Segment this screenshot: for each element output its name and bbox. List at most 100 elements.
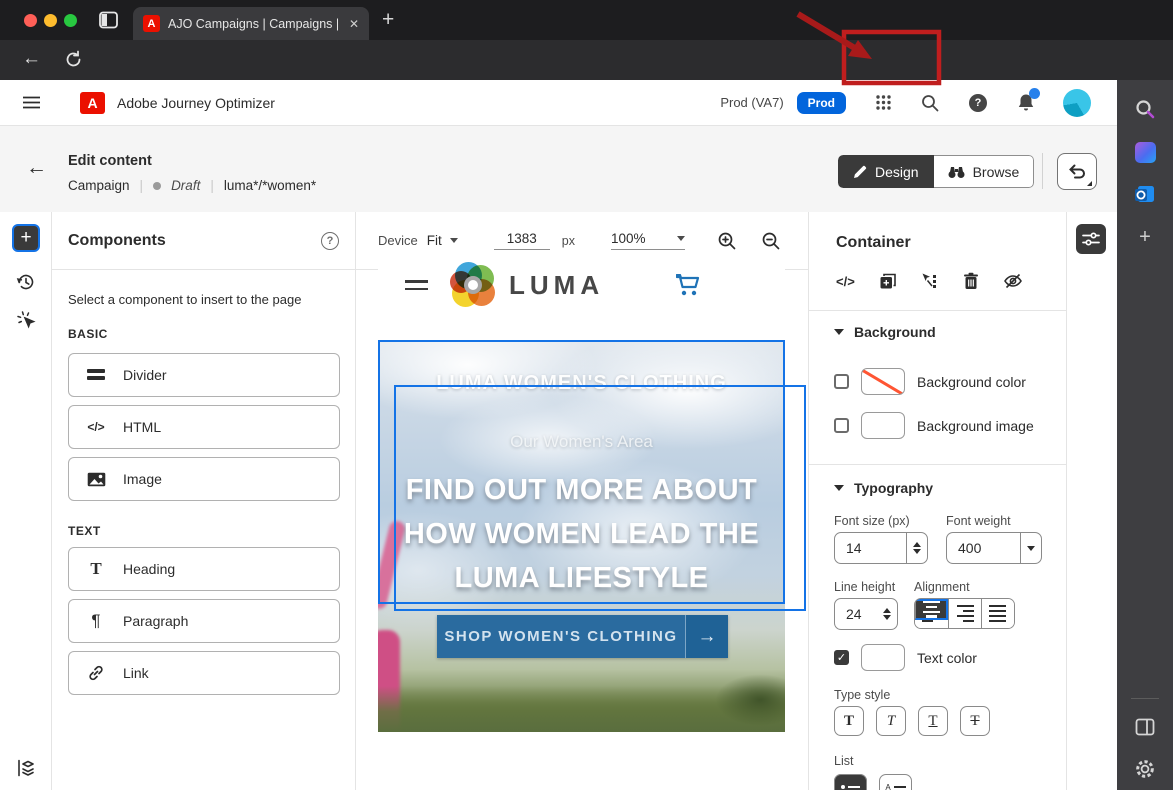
layers-rail-icon[interactable] <box>12 754 40 782</box>
underline-button[interactable]: T <box>918 706 948 736</box>
tab-close-icon[interactable]: ✕ <box>349 17 359 31</box>
font-weight-select[interactable]: 400 <box>946 532 1042 564</box>
typography-section-header[interactable]: Typography <box>834 480 933 496</box>
components-hint: Select a component to insert to the page <box>68 292 301 307</box>
sidebar-search-icon[interactable] <box>1117 92 1173 126</box>
sidebar-add-icon[interactable]: + <box>1117 220 1173 254</box>
macos-zoom-button[interactable] <box>64 14 77 27</box>
browser-tab[interactable]: A AJO Campaigns | Campaigns | ✕ <box>133 7 369 40</box>
zoom-out-icon[interactable] <box>761 231 781 251</box>
align-right-button[interactable] <box>948 599 981 628</box>
design-mode-button[interactable]: Design <box>838 155 934 188</box>
component-card-heading[interactable]: T Heading <box>68 547 340 591</box>
component-card-html[interactable]: </> HTML <box>68 405 340 449</box>
background-color-checkbox[interactable] <box>834 374 849 389</box>
font-weight-label: Font weight <box>946 514 1011 528</box>
background-image-swatch[interactable] <box>861 412 905 439</box>
left-rail: + <box>0 212 52 790</box>
zoom-select[interactable]: 100% <box>611 231 685 250</box>
breadcrumb-type[interactable]: Campaign <box>68 178 130 193</box>
sidebar-panel-toggle-icon[interactable] <box>1117 710 1173 744</box>
binoculars-icon <box>948 165 965 179</box>
notification-badge <box>1029 88 1040 99</box>
tab-actions-icon[interactable] <box>99 11 118 29</box>
add-components-rail-button[interactable]: + <box>12 224 40 252</box>
component-settings-toggle-button[interactable] <box>1076 224 1106 254</box>
align-justify-button[interactable] <box>981 599 1014 628</box>
component-card-paragraph[interactable]: ¶ Paragraph <box>68 599 340 643</box>
sidebar-microsoft365-icon[interactable] <box>1117 135 1173 169</box>
history-rail-icon[interactable] <box>12 268 40 296</box>
panel-divider <box>809 464 1066 465</box>
background-image-label: Background image <box>917 418 1034 434</box>
heading-icon: T <box>85 559 107 579</box>
lettered-list-button[interactable]: A <box>879 774 912 790</box>
help-icon[interactable]: ? <box>969 94 987 112</box>
breadcrumb-separator: | <box>140 178 144 193</box>
status-badge: Draft <box>171 178 200 193</box>
bold-button[interactable]: T <box>834 706 864 736</box>
list-style-group: 1 A <box>834 774 912 790</box>
select-parent-icon[interactable] <box>921 272 939 290</box>
align-left-button[interactable] <box>915 599 948 628</box>
duplicate-icon[interactable] <box>879 272 897 290</box>
tab-title: AJO Campaigns | Campaigns | <box>168 17 341 31</box>
macos-minimize-button[interactable] <box>44 14 57 27</box>
alignment-group <box>914 598 1015 629</box>
app-switcher-icon[interactable] <box>876 95 891 110</box>
macos-close-button[interactable] <box>24 14 37 27</box>
screenshot-root: A AJO Campaigns | Campaigns | ✕ + ← http… <box>0 0 1173 790</box>
app-menu-icon[interactable] <box>0 96 62 109</box>
section-label-text: TEXT <box>68 524 101 538</box>
line-height-label: Line height <box>834 580 895 594</box>
new-tab-button[interactable]: + <box>382 8 394 32</box>
background-image-checkbox[interactable] <box>834 418 849 433</box>
undo-icon <box>1067 164 1087 180</box>
notifications-bell-icon[interactable] <box>1017 93 1035 112</box>
sidebar-outlook-icon[interactable] <box>1117 177 1173 211</box>
edit-code-icon[interactable]: </> <box>836 274 855 289</box>
components-help-icon[interactable]: ? <box>321 232 339 250</box>
hide-eye-off-icon[interactable] <box>1003 272 1023 290</box>
text-color-checkbox[interactable]: ✓ <box>834 650 849 665</box>
device-select[interactable]: Fit <box>427 233 442 248</box>
undo-button[interactable] <box>1057 153 1097 190</box>
font-size-stepper[interactable]: 14 <box>834 532 928 564</box>
sidebar-settings-gear-icon[interactable] <box>1117 752 1173 786</box>
italic-button[interactable]: T <box>876 706 906 736</box>
text-color-label: Text color <box>917 650 977 666</box>
settings-rail <box>1066 212 1117 790</box>
refresh-icon[interactable] <box>64 50 83 69</box>
background-color-swatch[interactable] <box>861 368 905 395</box>
select-interaction-rail-icon[interactable] <box>12 306 40 334</box>
header-divider <box>1042 153 1043 189</box>
zoom-in-icon[interactable] <box>717 231 737 251</box>
container-panel-title: Container <box>836 234 911 252</box>
back-arrow-button[interactable]: ← <box>26 156 47 180</box>
back-icon[interactable]: ← <box>22 48 41 70</box>
browse-mode-button[interactable]: Browse <box>934 155 1035 188</box>
hero-heading-text: FIND OUT MORE ABOUT HOW WOMEN LEAD THE L… <box>378 468 785 600</box>
component-card-image[interactable]: Image <box>68 457 340 501</box>
text-color-swatch[interactable] <box>861 644 905 671</box>
shop-cta-button[interactable]: SHOP WOMEN'S CLOTHING → <box>437 615 728 658</box>
line-height-stepper[interactable]: 24 <box>834 598 898 630</box>
delete-trash-icon[interactable] <box>963 272 979 290</box>
chevron-down-icon <box>834 485 844 491</box>
product-name: Adobe Journey Optimizer <box>117 95 275 111</box>
edge-sidebar: + <box>1117 80 1173 790</box>
strikethrough-button[interactable]: T <box>960 706 990 736</box>
width-input[interactable]: 1383 <box>494 231 550 250</box>
panel-divider <box>809 310 1066 311</box>
environment-badge[interactable]: Prod <box>797 92 846 114</box>
search-icon[interactable] <box>921 94 939 112</box>
font-size-label: Font size (px) <box>834 514 910 528</box>
component-card-link[interactable]: Link <box>68 651 340 695</box>
device-chevron-icon[interactable] <box>450 238 458 243</box>
numbered-list-button[interactable]: 1 <box>834 774 867 790</box>
component-card-divider[interactable]: Divider <box>68 353 340 397</box>
text-color-row: ✓ Text color <box>834 644 977 671</box>
user-avatar[interactable] <box>1063 89 1091 117</box>
email-hero-image[interactable]: LUMA WOMEN'S CLOTHING Our Women's Area F… <box>378 340 785 732</box>
background-section-header[interactable]: Background <box>834 324 936 340</box>
